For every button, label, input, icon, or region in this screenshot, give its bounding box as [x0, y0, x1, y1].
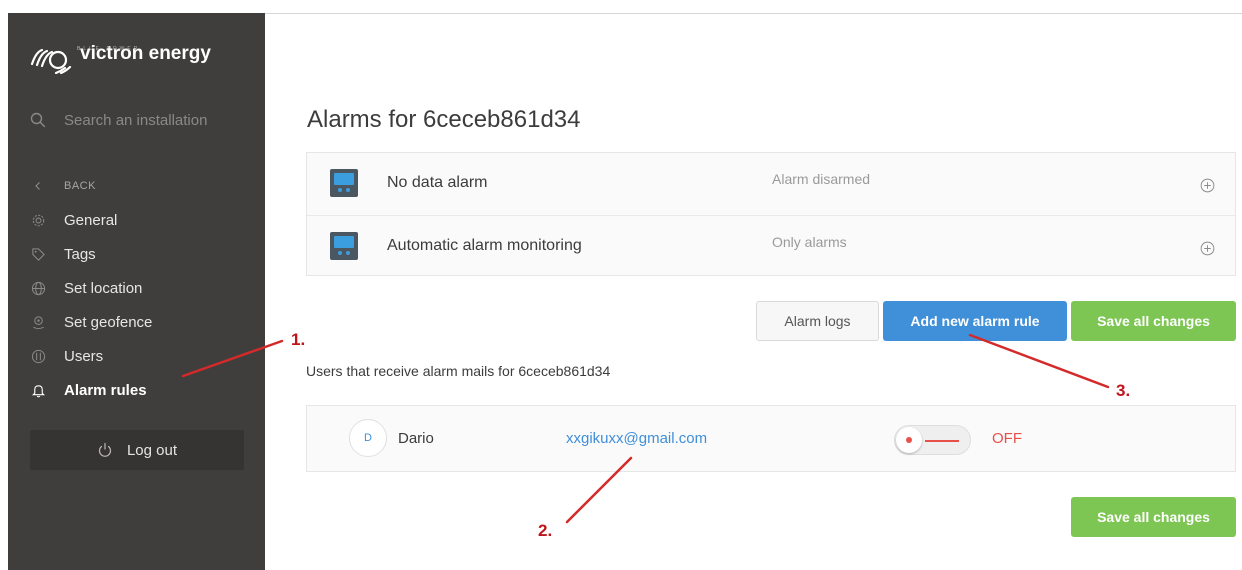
toggle-state-label: OFF [992, 430, 1022, 447]
save-all-changes-button[interactable]: Save all changes [1071, 301, 1236, 341]
search-input[interactable] [64, 111, 244, 129]
device-icon [330, 169, 358, 197]
sidebar-item-label: General [64, 211, 118, 229]
globe-icon [30, 280, 46, 296]
user-row: D Dario xxgikuxx@gmail.com OFF [306, 405, 1236, 472]
sidebar-item-label: Users [64, 347, 104, 365]
sidebar-item-label: BACK [64, 180, 96, 192]
annotation-label-3: 3. [1116, 381, 1131, 400]
save-all-changes-button[interactable]: Save all changes [1071, 497, 1236, 537]
chevron-left-icon [30, 178, 46, 194]
add-alarm-rule-button[interactable]: Add new alarm rule [883, 301, 1067, 341]
sidebar-item-label: Alarm rules [64, 381, 147, 399]
annotation-label-2: 2. [538, 521, 553, 540]
alarm-mail-toggle[interactable] [894, 425, 971, 455]
sidebar-nav: BACK General Tags Set location Set geofe… [30, 169, 260, 407]
alarms-panel: No data alarm Alarm disarmed Automatic a… [306, 152, 1236, 276]
expand-plus-icon[interactable] [1200, 241, 1215, 256]
alarm-row[interactable]: No data alarm Alarm disarmed [307, 153, 1235, 214]
logout-label: Log out [126, 441, 178, 459]
device-icon [330, 232, 358, 260]
sidebar-item-set-geofence[interactable]: Set geofence [30, 305, 260, 339]
alarm-name: No data alarm [387, 174, 488, 191]
brand-tagline: BLUE POWER [77, 46, 141, 52]
users-icon [30, 348, 46, 364]
sidebar-item-tags[interactable]: Tags [30, 237, 260, 271]
logout-button[interactable]: Log out [30, 430, 244, 470]
alarm-row[interactable]: Automatic alarm monitoring Only alarms [307, 215, 1235, 276]
alarm-status: Alarm disarmed [772, 171, 871, 187]
expand-plus-icon[interactable] [1200, 178, 1215, 193]
sidebar-item-general[interactable]: General [30, 203, 260, 237]
toggle-knob [896, 427, 922, 453]
users-caption: Users that receive alarm mails for 6cece… [306, 363, 611, 379]
sidebar-item-back[interactable]: BACK [30, 169, 260, 203]
user-name: Dario [398, 430, 434, 447]
sidebar: victron energy BLUE POWER BACK General T… [8, 13, 265, 570]
sidebar-item-label: Set geofence [64, 313, 153, 331]
victron-logo-mark-icon [30, 48, 72, 74]
alarm-name: Automatic alarm monitoring [387, 237, 582, 254]
location-pin-icon [30, 314, 46, 330]
page-title: Alarms for 6ceceb861d34 [307, 106, 581, 133]
search-icon [30, 112, 46, 128]
top-divider [265, 13, 1242, 14]
sidebar-item-alarm-rules[interactable]: Alarm rules [30, 373, 260, 407]
search-bar [30, 109, 250, 131]
alarm-status: Only alarms [772, 234, 847, 250]
gear-icon [30, 212, 46, 228]
annotation-line-3 [968, 333, 1110, 389]
sidebar-item-label: Tags [64, 245, 96, 263]
sidebar-item-label: Set location [64, 279, 143, 297]
user-email-link[interactable]: xxgikuxx@gmail.com [566, 430, 707, 447]
sidebar-item-set-location[interactable]: Set location [30, 271, 260, 305]
bell-icon [30, 382, 46, 398]
avatar: D [349, 419, 387, 457]
power-icon [98, 442, 111, 457]
annotation-label-1: 1. [291, 330, 306, 349]
tag-icon [30, 246, 46, 262]
alarm-logs-button[interactable]: Alarm logs [756, 301, 879, 341]
sidebar-item-users[interactable]: Users [30, 339, 260, 373]
